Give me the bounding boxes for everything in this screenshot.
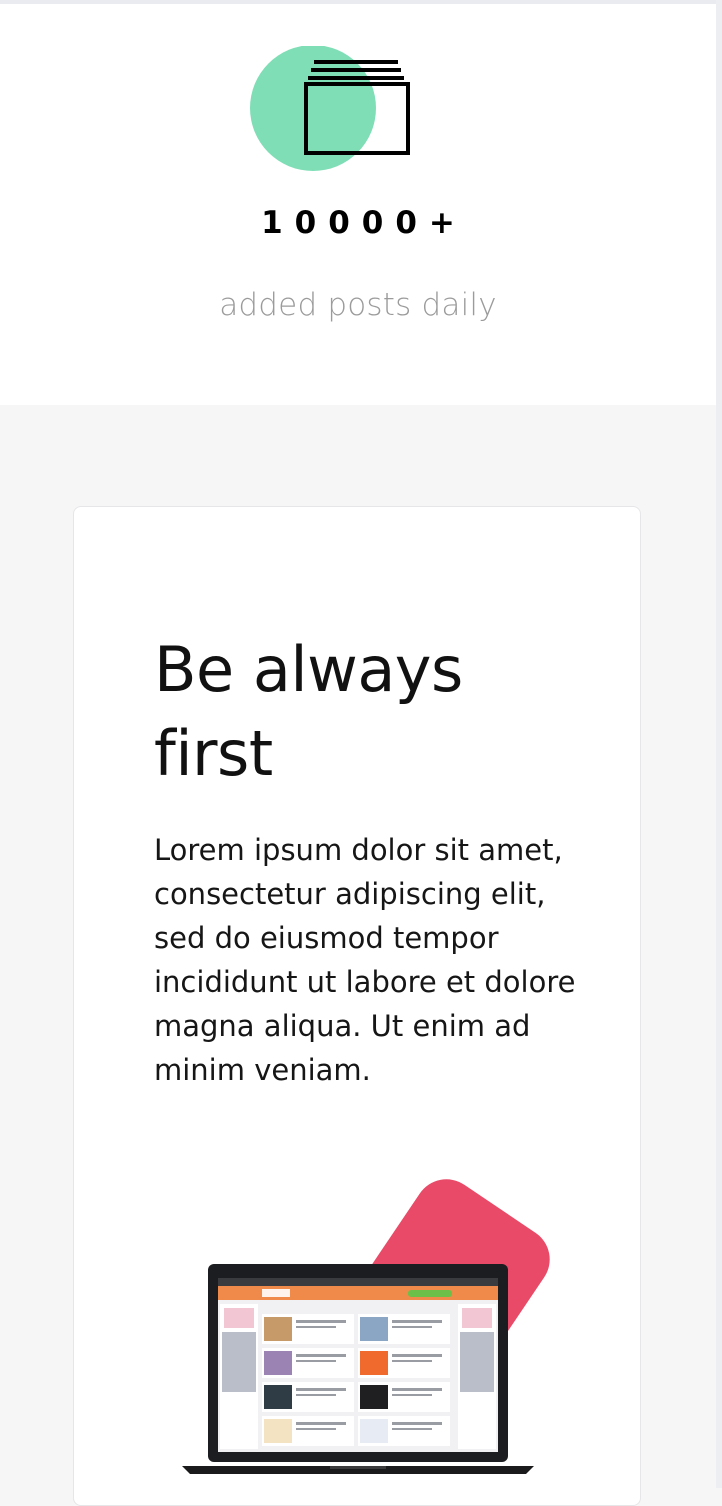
stat-section: 10000+ added posts daily — [0, 4, 716, 405]
feature-title: Be always first — [154, 628, 554, 796]
feature-title-line1: Be always — [154, 633, 463, 706]
stat-value: 10000+ — [261, 205, 467, 241]
feature-title-line2: first — [154, 717, 273, 790]
laptop-screenshot-image — [182, 1264, 534, 1474]
stat-caption: added posts daily — [219, 287, 497, 323]
stacked-posts-icon — [250, 46, 410, 171]
scrollbar-track[interactable] — [716, 0, 722, 1488]
feature-body: Lorem ipsum dolor sit amet, consectetur … — [154, 833, 576, 1087]
